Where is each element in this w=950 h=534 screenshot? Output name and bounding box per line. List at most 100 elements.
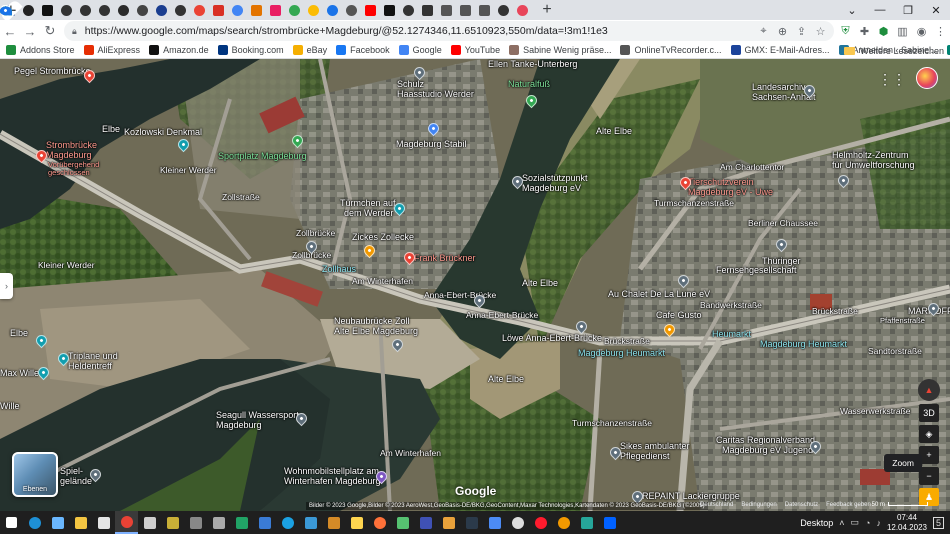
browser-tab[interactable]: [95, 0, 114, 20]
taskbar-app[interactable]: [161, 511, 184, 534]
bookmark-item[interactable]: eBay: [292, 45, 327, 55]
menu-kebab-icon[interactable]: ⋮: [931, 25, 950, 38]
map-place-label[interactable]: Magdeburg Heumarkt: [578, 348, 665, 359]
bookmark-item[interactable]: AliExpress: [83, 45, 140, 55]
browser-tab[interactable]: [285, 0, 304, 20]
map-place-label[interactable]: gelände: [60, 476, 92, 487]
puzzle-extension-icon[interactable]: ✚: [855, 25, 874, 38]
maximize-button[interactable]: ❐: [894, 4, 922, 17]
taskbar-app[interactable]: [483, 511, 506, 534]
map-place-label[interactable]: Brückstraße: [604, 336, 650, 346]
map-place-label[interactable]: Wasserwerkstraße: [840, 406, 911, 416]
taskbar-app[interactable]: [46, 511, 69, 534]
minimize-button[interactable]: —: [866, 4, 894, 16]
taskbar-app[interactable]: [506, 511, 529, 534]
shield-extension-icon[interactable]: ⛨: [836, 25, 855, 38]
map-place-label[interactable]: REPAINT Lackiergruppe: [642, 491, 740, 502]
install-icon[interactable]: ⊕: [773, 25, 792, 38]
sidepanel-icon[interactable]: ▥: [893, 25, 912, 38]
browser-tab[interactable]: [38, 0, 57, 20]
new-tab-button[interactable]: +: [536, 0, 558, 20]
bookmark-item[interactable]: Sabine Wenig präse...: [509, 45, 611, 55]
profile-icon[interactable]: ◉: [912, 25, 931, 38]
taskbar-app[interactable]: [276, 511, 299, 534]
account-avatar[interactable]: [916, 67, 938, 89]
map-place-label[interactable]: Fernsehgesellschaft: [716, 265, 797, 276]
map-footer-link[interactable]: Deutschland: [700, 502, 733, 508]
map-footer-link[interactable]: Datenschutz: [785, 502, 818, 508]
browser-tab[interactable]: [456, 0, 475, 20]
map-place-label[interactable]: Max Wille: [0, 368, 39, 379]
notification-badge[interactable]: 5: [932, 516, 944, 529]
map-place-label[interactable]: Sportplatz Magdeburg: [218, 151, 307, 162]
battery-icon[interactable]: ▭: [850, 517, 859, 528]
google-apps-grid-icon[interactable]: ⋮⋮: [878, 71, 906, 88]
taskbar-app[interactable]: [299, 511, 322, 534]
map-place-label[interactable]: Anna-Ebert-Brücke: [424, 290, 496, 300]
volume-icon[interactable]: ♪: [876, 518, 881, 528]
map-place-label[interactable]: Magdeburg Heumarkt: [760, 339, 847, 350]
map-place-label[interactable]: Zollstraße: [222, 192, 260, 202]
taskbar-app[interactable]: [368, 511, 391, 534]
reload-button[interactable]: ↻: [40, 20, 60, 42]
taskbar-app[interactable]: [184, 511, 207, 534]
map-place-label[interactable]: Pegel Strombrücke: [14, 66, 91, 77]
bookmark-folder-other[interactable]: Weitere Lesezeichen: [844, 42, 944, 59]
taskbar-app[interactable]: [598, 511, 621, 534]
browser-tab[interactable]: [475, 0, 494, 20]
map-place-label[interactable]: Kleiner Werder: [38, 260, 95, 270]
bookmark-star-icon[interactable]: ☆: [811, 25, 830, 38]
close-window-button[interactable]: ✕: [922, 4, 950, 17]
map-place-label[interactable]: Frank Brückner: [414, 253, 476, 264]
map-place-label[interactable]: Kozlowski Denkmal: [124, 127, 202, 138]
browser-tab[interactable]: [418, 0, 437, 20]
browser-tab[interactable]: [437, 0, 456, 20]
location-icon[interactable]: ⌖: [754, 25, 773, 38]
address-bar-url[interactable]: https://www.google.com/maps/search/strom…: [85, 25, 608, 37]
compass-button[interactable]: ▲: [918, 379, 940, 401]
browser-tab[interactable]: [190, 0, 209, 20]
map-footer-link[interactable]: Feedback geben: [826, 502, 871, 508]
bookmark-item[interactable]: Facebook: [336, 45, 390, 55]
scale-bar[interactable]: 50 m: [872, 502, 928, 508]
browser-tab[interactable]: [133, 0, 152, 20]
browser-tab[interactable]: [19, 0, 38, 20]
taskbar-app[interactable]: [115, 511, 138, 534]
map-place-label[interactable]: Zollbrücke: [296, 228, 335, 238]
bookmark-item[interactable]: Amazon.de: [149, 45, 209, 55]
browser-tab[interactable]: [76, 0, 95, 20]
map-place-label[interactable]: Elbe: [102, 124, 120, 135]
browser-tab[interactable]: [171, 0, 190, 20]
taskbar-app[interactable]: [575, 511, 598, 534]
browser-tab[interactable]: [361, 0, 380, 20]
taskbar-app[interactable]: [138, 511, 161, 534]
map-place-label[interactable]: Heumarkt: [712, 329, 751, 340]
map-place-label[interactable]: Zickes Zollecke: [352, 232, 414, 243]
map-place-label[interactable]: Zollhaus: [322, 264, 356, 275]
address-bar[interactable]: 🔒︎ https://www.google.com/maps/search/st…: [64, 21, 834, 41]
browser-tab[interactable]: [114, 0, 133, 20]
map-place-label[interactable]: Turmschanzenstraße: [654, 198, 734, 208]
map-place-label[interactable]: Alte Elbe: [596, 126, 632, 137]
browser-tab[interactable]: [323, 0, 342, 20]
map-place-label[interactable]: Cafe Gusto: [656, 310, 702, 321]
taskbar-app[interactable]: [437, 511, 460, 534]
bookmark-item[interactable]: YouTube: [450, 45, 500, 55]
map-place-label[interactable]: Magdeburg eV: [522, 183, 581, 194]
map-place-label[interactable]: Löwe Anna-Ebert-Brücke: [502, 333, 602, 344]
share-icon[interactable]: ⇪: [792, 25, 811, 38]
chevron-up-icon[interactable]: ˄: [839, 518, 844, 528]
map-footer-link[interactable]: Bedingungen: [741, 502, 776, 508]
taskbar-app[interactable]: [460, 511, 483, 534]
network-icon[interactable]: ◔: [865, 518, 870, 528]
map-place-label[interactable]: Bandwerkstraße: [700, 300, 762, 310]
start-button[interactable]: [0, 511, 23, 534]
taskbar-app[interactable]: [69, 511, 92, 534]
map-place-label[interactable]: für Umweltforschung: [832, 160, 915, 171]
map-place-label[interactable]: Am Winterhafen: [380, 448, 441, 458]
map-place-label[interactable]: Alte Elbe: [522, 278, 558, 289]
browser-tab[interactable]: [209, 0, 228, 20]
browser-tab[interactable]: [513, 0, 532, 20]
taskbar-app[interactable]: [230, 511, 253, 534]
bookmark-item[interactable]: Google: [398, 45, 442, 55]
